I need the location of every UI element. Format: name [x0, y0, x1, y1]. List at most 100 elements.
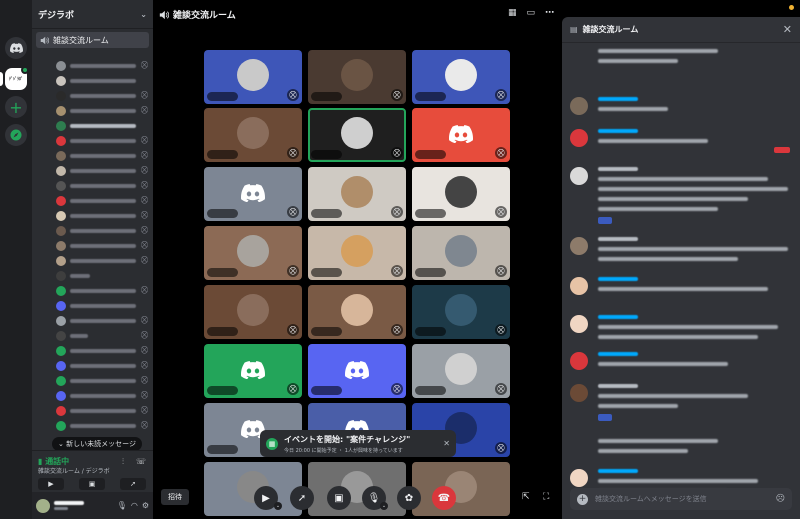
microphone-options-caret[interactable]: ⌄: [380, 502, 388, 510]
video-tile[interactable]: [308, 462, 406, 516]
voice-member[interactable]: ⛒: [32, 238, 153, 253]
video-tile[interactable]: ⛒: [204, 167, 302, 221]
soundboard-button[interactable]: ✿: [397, 486, 421, 510]
member-name: [70, 138, 136, 143]
discord-home-button[interactable]: [5, 37, 27, 59]
voice-member[interactable]: [32, 298, 153, 313]
reaction-chip[interactable]: [598, 217, 612, 224]
video-tile[interactable]: ⛒: [204, 108, 302, 162]
camera-options-caret[interactable]: ⌄: [274, 502, 282, 510]
camera-button[interactable]: ▶: [38, 478, 64, 490]
voice-member[interactable]: ⛒: [32, 328, 153, 343]
avatar: [237, 117, 269, 149]
popout-window-icon[interactable]: ⇱: [522, 492, 530, 502]
participant-label: [311, 150, 342, 159]
close-icon[interactable]: ✕: [783, 23, 792, 36]
add-server-button[interactable]: +: [5, 96, 27, 118]
video-tile[interactable]: ⛒: [308, 108, 406, 162]
microphone-icon[interactable]: 🎙︎: [117, 501, 127, 510]
video-tile[interactable]: ⛒: [308, 226, 406, 280]
member-name: [70, 318, 136, 323]
more-options-icon[interactable]: ⋯: [545, 8, 554, 18]
gear-icon[interactable]: ⚙: [142, 501, 149, 510]
noise-suppression-icon[interactable]: ⫶: [122, 457, 124, 467]
video-tile[interactable]: ⛒: [412, 167, 510, 221]
voice-channel-item[interactable]: 雑談交流ルーム: [36, 32, 149, 48]
voice-member[interactable]: ⛒: [32, 358, 153, 373]
mute-icon: ⛒: [140, 346, 148, 354]
activity-button[interactable]: ➚: [120, 478, 146, 490]
video-tile[interactable]: ⛒: [204, 285, 302, 339]
voice-member[interactable]: ⛒: [32, 223, 153, 238]
video-tile[interactable]: ⛒: [308, 167, 406, 221]
chevron-down-icon: ⌄: [381, 503, 387, 509]
disconnect-icon[interactable]: ☏: [136, 457, 146, 466]
video-tile[interactable]: ⛒: [204, 50, 302, 104]
message-author: [598, 167, 638, 171]
invite-button[interactable]: 招待: [161, 489, 189, 505]
headphones-icon[interactable]: ◠: [131, 501, 138, 510]
video-tile[interactable]: ⛒: [412, 50, 510, 104]
grid-layout-icon[interactable]: ▦: [508, 8, 517, 18]
plus-icon[interactable]: +: [577, 493, 588, 505]
video-tile[interactable]: ⛒: [308, 285, 406, 339]
message-input[interactable]: [595, 495, 769, 503]
voice-member[interactable]: ⛒: [32, 133, 153, 148]
mute-icon: ⛒: [287, 265, 299, 277]
voice-member[interactable]: ⛒: [32, 178, 153, 193]
event-banner[interactable]: ▦ イベントを開始: "案件チャレンジ" 今日 20:00 に開始予定 ・ 1人…: [260, 430, 456, 457]
video-tile[interactable]: ⛒: [412, 344, 510, 398]
video-tile[interactable]: ⛒: [412, 226, 510, 280]
voice-member[interactable]: ⛒: [32, 283, 153, 298]
disconnect-button[interactable]: ☎: [432, 486, 456, 510]
screen-share-button[interactable]: ▣: [327, 486, 351, 510]
popout-icon[interactable]: ▭: [526, 8, 535, 18]
voice-member[interactable]: [32, 73, 153, 88]
voice-member[interactable]: ⛒: [32, 58, 153, 73]
video-tile[interactable]: ⛒: [412, 285, 510, 339]
mute-icon: ⛒: [287, 324, 299, 336]
voice-member[interactable]: ⛒: [32, 373, 153, 388]
activity-button[interactable]: ➚: [290, 486, 314, 510]
emoji-icon[interactable]: ☹: [776, 494, 785, 504]
video-tile[interactable]: ⛒: [204, 226, 302, 280]
fullscreen-icon[interactable]: ⛶: [543, 492, 549, 502]
new-messages-pill[interactable]: ⌄ 新しい未読メッセージ: [52, 437, 142, 451]
event-subtitle: 今日 20:00 に開始予定 ・ 1人が興味を持っています: [284, 447, 403, 454]
voice-member[interactable]: ⛒: [32, 148, 153, 163]
server-icon-digilab[interactable]: ﾃﾞｼﾞﾗﾎﾞ: [5, 66, 29, 90]
avatar: [56, 300, 66, 311]
video-tile[interactable]: ⛒: [412, 108, 510, 162]
reaction-chip[interactable]: [598, 414, 612, 421]
voice-member[interactable]: ⛒: [32, 88, 153, 103]
microphone-icon: 🎙︎: [367, 492, 381, 504]
voice-member[interactable]: ⛒: [32, 313, 153, 328]
participant-label: [311, 268, 342, 277]
video-tile[interactable]: ⛒: [308, 50, 406, 104]
screen-share-button[interactable]: ▣: [79, 478, 105, 490]
message-author: [598, 315, 638, 319]
voice-member[interactable]: ⛒: [32, 103, 153, 118]
voice-member[interactable]: ⛒: [32, 388, 153, 403]
video-tile[interactable]: ⛒: [308, 344, 406, 398]
voice-member[interactable]: [32, 268, 153, 283]
voice-member[interactable]: ⛒: [32, 418, 153, 433]
message-input-bar: + ☹: [570, 488, 792, 510]
voice-member[interactable]: ⛒: [32, 403, 153, 418]
message-line: [598, 449, 688, 453]
close-icon[interactable]: ✕: [443, 439, 450, 448]
new-message-divider-tag: [774, 147, 790, 153]
video-tile[interactable]: ⛒: [204, 344, 302, 398]
voice-member[interactable]: [32, 118, 153, 133]
voice-member[interactable]: ⛒: [32, 343, 153, 358]
voice-member[interactable]: ⛒: [32, 253, 153, 268]
video-tile[interactable]: [204, 462, 302, 516]
server-header[interactable]: デジラボ ⌄: [32, 0, 153, 29]
voice-member[interactable]: ⛒: [32, 193, 153, 208]
explore-servers-button[interactable]: [5, 124, 27, 146]
voice-member[interactable]: ⛒: [32, 208, 153, 223]
video-tile[interactable]: [412, 462, 510, 516]
voice-member[interactable]: ⛒: [32, 163, 153, 178]
member-name: [70, 288, 136, 293]
avatar[interactable]: [36, 498, 50, 513]
